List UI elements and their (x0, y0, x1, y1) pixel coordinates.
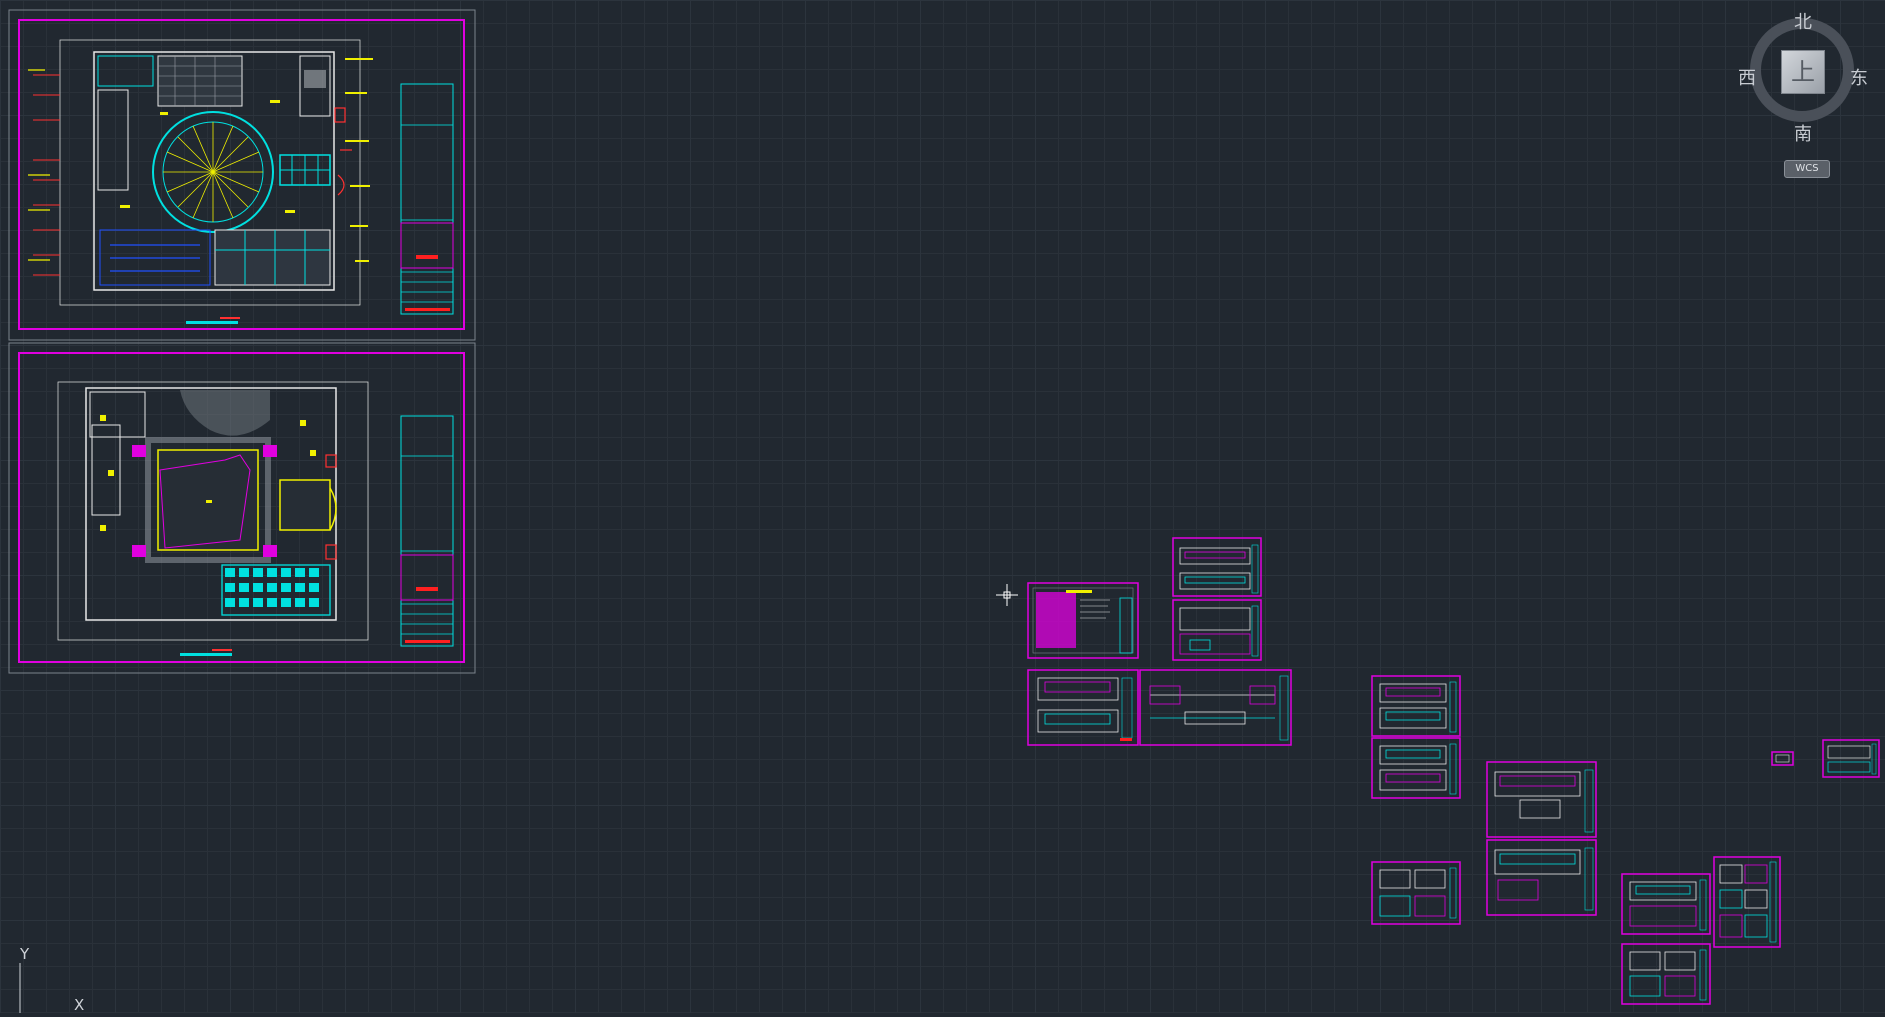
sheet-detail-7[interactable] (1621, 943, 1711, 1005)
ucs-icon: Y X (14, 945, 94, 1014)
drawing-layer[interactable] (0, 0, 1885, 1013)
sheet-detail-6[interactable] (1621, 873, 1711, 935)
sheet-elevation-b[interactable] (1172, 599, 1262, 661)
viewcube-top-face[interactable]: 上 (1781, 50, 1825, 94)
sheet-elevation-c[interactable] (1027, 669, 1139, 746)
viewcube[interactable]: 上 北 南 西 东 WCS (1730, 8, 1880, 188)
sheet-small-icon[interactable] (1771, 751, 1794, 766)
compass-north[interactable]: 北 (1794, 8, 1812, 34)
sheet-detail-8[interactable] (1713, 856, 1781, 948)
compass-south[interactable]: 南 (1794, 120, 1812, 146)
sheet-elevation-a[interactable] (1172, 537, 1262, 597)
sheet-detail-1[interactable] (1371, 675, 1461, 737)
sheet-floor-plan-2[interactable] (8, 342, 476, 674)
sheet-detail-4[interactable] (1486, 839, 1597, 916)
ucs-x-label: X (74, 996, 85, 1014)
sheet-floor-plan-1[interactable] (8, 9, 476, 341)
sheet-detail-3[interactable] (1486, 761, 1597, 838)
sheet-detail-5[interactable] (1371, 861, 1461, 925)
crosshair-cursor-icon (996, 584, 1018, 606)
ucs-y-label: Y (20, 945, 30, 963)
compass-east[interactable]: 东 (1850, 64, 1868, 90)
wcs-menu-button[interactable]: WCS (1784, 160, 1830, 178)
sheet-small-section[interactable] (1822, 739, 1880, 778)
sheet-cover-notes[interactable] (1027, 582, 1139, 659)
sheet-detail-2[interactable] (1371, 737, 1461, 799)
compass-west[interactable]: 西 (1738, 64, 1756, 90)
sheet-long-section[interactable] (1139, 669, 1292, 746)
